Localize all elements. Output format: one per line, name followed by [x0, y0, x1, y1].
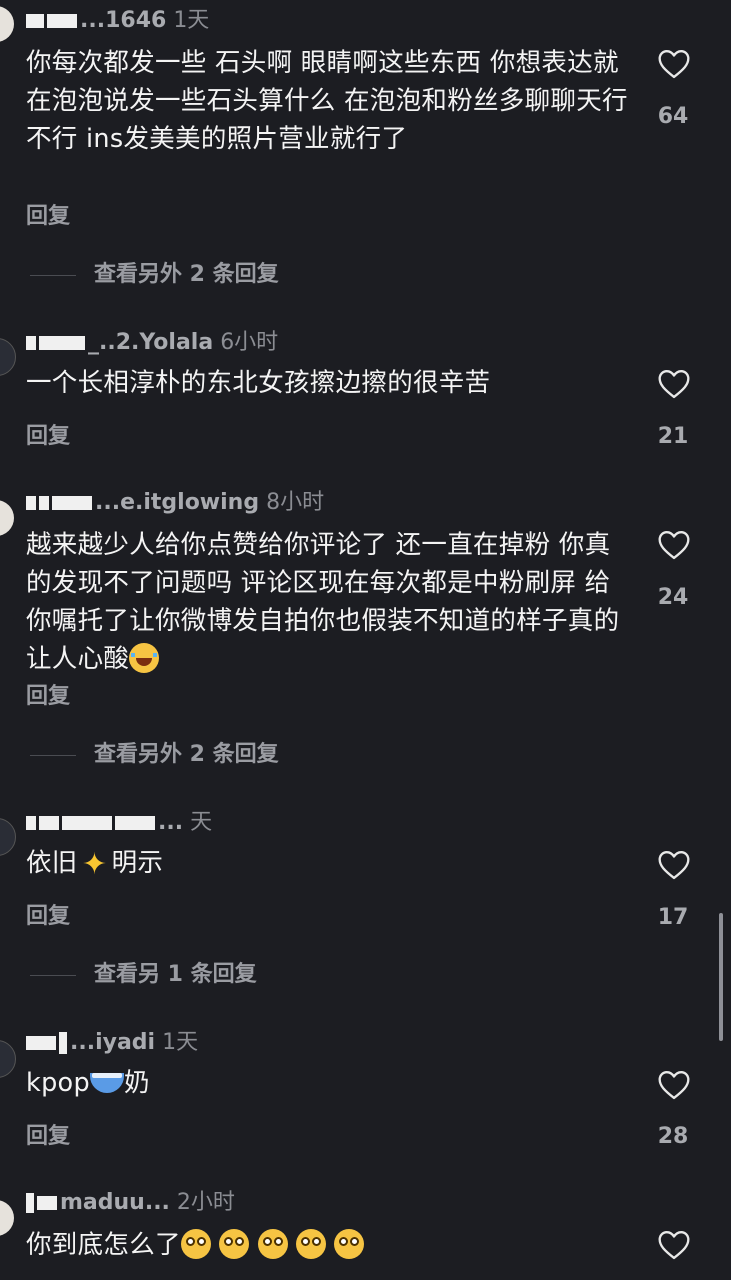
comment-text: 越来越少人给你点赞给你评论了 还一直在掉粉 你真的发现不了问题吗 评论区现在每次… [26, 526, 636, 678]
comment-text: 一个长相淳朴的东北女孩擦边擦的很辛苦 [26, 368, 491, 398]
comment-meta: ...e.itglowing 8小时 [26, 490, 324, 516]
divider [30, 754, 76, 756]
username[interactable]: ...e.itglowing [95, 490, 259, 515]
reply-button[interactable]: 回复 [26, 1118, 70, 1150]
comment-text-content: 你到底怎么了 [26, 1230, 181, 1260]
heart-outline-icon [658, 531, 690, 560]
heart-outline-icon [658, 1071, 690, 1100]
like-button[interactable] [652, 850, 696, 880]
avatar[interactable] [0, 500, 14, 536]
flushed-face-emoji [219, 1229, 250, 1259]
like-button[interactable] [652, 49, 696, 79]
comment-text: 你每次都发一些 石头啊 眼睛啊这些东西 你想表达就在泡泡说发一些石头算什么 在泡… [26, 48, 628, 154]
comment-meta: ...1646 1天 [26, 8, 209, 34]
view-more-label: 查看另外 2 条回复 [94, 262, 279, 287]
view-more-replies-button[interactable]: 查看另外 2 条回复 [30, 256, 279, 288]
reply-button[interactable]: 回复 [26, 898, 70, 930]
comment-text-part: kpop [26, 1068, 90, 1098]
reply-button[interactable]: 回复 [26, 418, 70, 450]
divider [30, 274, 76, 276]
view-more-replies-button[interactable]: 查看另 1 条回复 [30, 956, 257, 988]
like-button[interactable] [652, 1230, 696, 1260]
comment-text: 依旧 ✦ 明示 [26, 844, 636, 882]
username[interactable]: ... [158, 810, 183, 835]
username[interactable]: maduu... [60, 1190, 170, 1215]
like-count: 17 [657, 905, 689, 930]
comment-text: 你到底怎么了 [26, 1226, 636, 1264]
comment-meta: ...iyadi 1天 [26, 1030, 198, 1056]
comment-text-part: 明示 [111, 848, 164, 878]
like-count: 24 [657, 585, 689, 610]
comment-text-part: 依旧 [26, 848, 78, 878]
comment-text: kpop 奶 [26, 1064, 636, 1102]
reply-button[interactable]: 回复 [26, 678, 70, 710]
comment-meta: maduu... 2小时 [26, 1190, 235, 1216]
like-count: 21 [657, 424, 689, 449]
avatar[interactable] [0, 1040, 16, 1078]
like-button[interactable] [652, 530, 696, 560]
username[interactable]: ...1646 [80, 8, 166, 33]
timestamp: 8小时 [266, 490, 325, 515]
scrollbar[interactable] [719, 913, 723, 1041]
timestamp: 1天 [162, 1030, 199, 1055]
glowing-star-emoji: ✦ [81, 847, 108, 882]
avatar[interactable] [0, 818, 16, 856]
avatar[interactable] [0, 6, 14, 42]
comment-text-part: 奶 [123, 1068, 150, 1098]
avatar[interactable] [0, 1200, 14, 1236]
flushed-face-emoji [257, 1229, 288, 1259]
timestamp: 天 [190, 810, 213, 835]
reply-button[interactable]: 回复 [26, 198, 70, 230]
username[interactable]: ...iyadi [70, 1030, 155, 1055]
timestamp: 2小时 [176, 1190, 235, 1215]
view-more-replies-button[interactable]: 查看另外 2 条回复 [30, 736, 279, 768]
heart-outline-icon [658, 1231, 690, 1260]
timestamp: 1天 [173, 8, 210, 33]
comment-meta: ... 天 [26, 810, 212, 836]
flushed-face-emoji [296, 1229, 327, 1259]
avatar[interactable] [0, 338, 16, 376]
comment-meta: _..2.Yolala 6小时 [26, 330, 278, 356]
like-count: 64 [657, 104, 689, 129]
flushed-face-emoji [334, 1229, 365, 1259]
view-more-label: 查看另 1 条回复 [94, 962, 257, 987]
like-count: 28 [657, 1124, 689, 1149]
tears-of-joy-emoji [129, 643, 160, 673]
comment-text-content: 越来越少人给你点赞给你评论了 还一直在掉粉 你真的发现不了问题吗 评论区现在每次… [26, 530, 620, 674]
like-button[interactable] [652, 369, 696, 399]
username[interactable]: _..2.Yolala [88, 330, 213, 355]
heart-outline-icon [658, 50, 690, 79]
divider [30, 974, 76, 976]
like-button[interactable] [652, 1070, 696, 1100]
view-more-label: 查看另外 2 条回复 [94, 742, 279, 767]
milk-bowl-emoji [89, 1073, 124, 1093]
timestamp: 6小时 [220, 330, 279, 355]
flushed-face-emoji [180, 1229, 211, 1259]
heart-outline-icon [658, 851, 690, 880]
heart-outline-icon [658, 370, 690, 399]
